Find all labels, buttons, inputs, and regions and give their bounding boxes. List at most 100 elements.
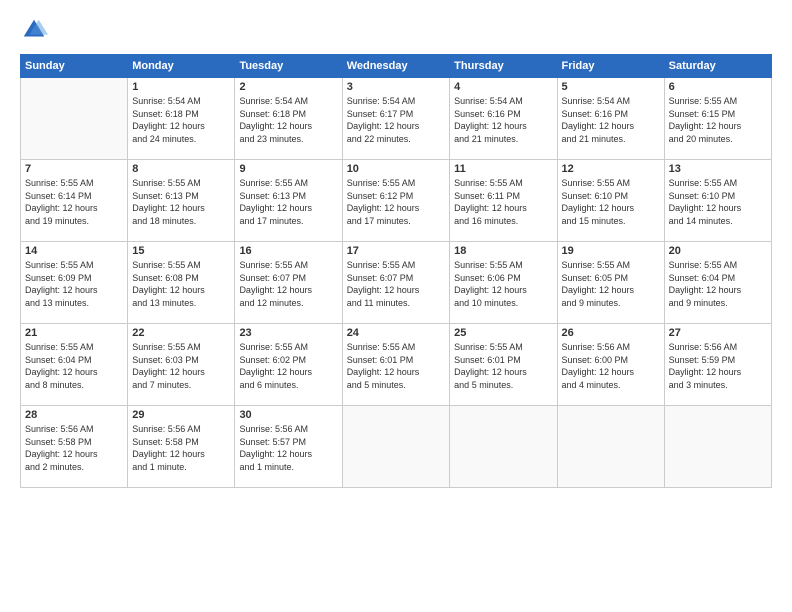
calendar-cell: 25 Sunrise: 5:55 AMSunset: 6:01 PMDayligh…	[450, 324, 557, 406]
calendar-week-row: 28 Sunrise: 5:56 AMSunset: 5:58 PMDayligh…	[21, 406, 772, 488]
calendar-cell: 20 Sunrise: 5:55 AMSunset: 6:04 PMDayligh…	[664, 242, 771, 324]
calendar-cell: 12 Sunrise: 5:55 AMSunset: 6:10 PMDayligh…	[557, 160, 664, 242]
day-info: Sunrise: 5:54 AMSunset: 6:17 PMDaylight:…	[347, 95, 445, 145]
calendar-week-row: 14 Sunrise: 5:55 AMSunset: 6:09 PMDayligh…	[21, 242, 772, 324]
day-number: 28	[25, 409, 123, 421]
calendar-cell: 21Sunrise: 5:55 AMSunset: 6:04 PMDayligh…	[21, 324, 128, 406]
day-number: 10	[347, 163, 445, 175]
day-number: 14	[25, 245, 123, 257]
calendar-cell: 19 Sunrise: 5:55 AMSunset: 6:05 PMDayligh…	[557, 242, 664, 324]
weekday-header-friday: Friday	[557, 55, 664, 78]
weekday-header-sunday: Sunday	[21, 55, 128, 78]
weekday-header-row: SundayMondayTuesdayWednesdayThursdayFrid…	[21, 55, 772, 78]
calendar-week-row: 1 Sunrise: 5:54 AMSunset: 6:18 PMDaylight…	[21, 78, 772, 160]
logo	[20, 16, 52, 44]
weekday-header-tuesday: Tuesday	[235, 55, 342, 78]
calendar-cell: 17Sunrise: 5:55 AMSunset: 6:07 PMDayligh…	[342, 242, 449, 324]
calendar-cell: 8 Sunrise: 5:55 AMSunset: 6:13 PMDaylight…	[128, 160, 235, 242]
day-number: 17	[347, 245, 445, 257]
day-number: 25	[454, 327, 552, 339]
calendar-cell: 28 Sunrise: 5:56 AMSunset: 5:58 PMDayligh…	[21, 406, 128, 488]
calendar-cell: 29 Sunrise: 5:56 AMSunset: 5:58 PMDayligh…	[128, 406, 235, 488]
day-number: 30	[239, 409, 337, 421]
calendar-cell: 7 Sunrise: 5:55 AMSunset: 6:14 PMDaylight…	[21, 160, 128, 242]
calendar-cell: 16 Sunrise: 5:55 AMSunset: 6:07 PMDayligh…	[235, 242, 342, 324]
day-info: Sunrise: 5:55 AMSunset: 6:01 PMDaylight:…	[347, 341, 445, 391]
day-info: Sunrise: 5:55 AMSunset: 6:10 PMDaylight:…	[669, 177, 767, 227]
calendar-cell: 23 Sunrise: 5:55 AMSunset: 6:02 PMDayligh…	[235, 324, 342, 406]
day-info: Sunrise: 5:55 AMSunset: 6:13 PMDaylight:…	[239, 177, 337, 227]
day-info: Sunrise: 5:55 AMSunset: 6:01 PMDaylight:…	[454, 341, 552, 391]
weekday-header-monday: Monday	[128, 55, 235, 78]
day-info: Sunrise: 5:56 AMSunset: 5:59 PMDaylight:…	[669, 341, 767, 391]
day-info: Sunrise: 5:54 AMSunset: 6:18 PMDaylight:…	[239, 95, 337, 145]
day-info: Sunrise: 5:55 AMSunset: 6:14 PMDaylight:…	[25, 177, 123, 227]
weekday-header-saturday: Saturday	[664, 55, 771, 78]
day-number: 21	[25, 327, 123, 339]
day-number: 7	[25, 163, 123, 175]
page: SundayMondayTuesdayWednesdayThursdayFrid…	[0, 0, 792, 612]
calendar-cell: 10 Sunrise: 5:55 AMSunset: 6:12 PMDayligh…	[342, 160, 449, 242]
calendar-cell: 24Sunrise: 5:55 AMSunset: 6:01 PMDayligh…	[342, 324, 449, 406]
calendar-cell: 26 Sunrise: 5:56 AMSunset: 6:00 PMDayligh…	[557, 324, 664, 406]
day-info: Sunrise: 5:55 AMSunset: 6:10 PMDaylight:…	[562, 177, 660, 227]
day-info: Sunrise: 5:56 AMSunset: 6:00 PMDaylight:…	[562, 341, 660, 391]
calendar-cell	[664, 406, 771, 488]
calendar-cell: 30 Sunrise: 5:56 AMSunset: 5:57 PMDayligh…	[235, 406, 342, 488]
calendar-cell	[21, 78, 128, 160]
calendar-cell	[557, 406, 664, 488]
day-number: 1	[132, 81, 230, 93]
calendar-week-row: 21Sunrise: 5:55 AMSunset: 6:04 PMDayligh…	[21, 324, 772, 406]
day-info: Sunrise: 5:55 AMSunset: 6:03 PMDaylight:…	[132, 341, 230, 391]
day-number: 11	[454, 163, 552, 175]
day-info: Sunrise: 5:55 AMSunset: 6:08 PMDaylight:…	[132, 259, 230, 309]
day-info: Sunrise: 5:56 AMSunset: 5:58 PMDaylight:…	[132, 423, 230, 473]
calendar-cell	[342, 406, 449, 488]
day-info: Sunrise: 5:55 AMSunset: 6:13 PMDaylight:…	[132, 177, 230, 227]
day-info: Sunrise: 5:56 AMSunset: 5:58 PMDaylight:…	[25, 423, 123, 473]
day-number: 19	[562, 245, 660, 257]
calendar-week-row: 7 Sunrise: 5:55 AMSunset: 6:14 PMDaylight…	[21, 160, 772, 242]
day-number: 26	[562, 327, 660, 339]
day-number: 22	[132, 327, 230, 339]
day-number: 29	[132, 409, 230, 421]
day-info: Sunrise: 5:55 AMSunset: 6:04 PMDaylight:…	[669, 259, 767, 309]
day-info: Sunrise: 5:55 AMSunset: 6:06 PMDaylight:…	[454, 259, 552, 309]
day-number: 5	[562, 81, 660, 93]
day-info: Sunrise: 5:54 AMSunset: 6:18 PMDaylight:…	[132, 95, 230, 145]
calendar-cell: 13 Sunrise: 5:55 AMSunset: 6:10 PMDayligh…	[664, 160, 771, 242]
day-number: 20	[669, 245, 767, 257]
day-number: 8	[132, 163, 230, 175]
day-number: 13	[669, 163, 767, 175]
day-info: Sunrise: 5:56 AMSunset: 5:57 PMDaylight:…	[239, 423, 337, 473]
day-number: 6	[669, 81, 767, 93]
calendar-cell: 3 Sunrise: 5:54 AMSunset: 6:17 PMDaylight…	[342, 78, 449, 160]
calendar-cell: 22 Sunrise: 5:55 AMSunset: 6:03 PMDayligh…	[128, 324, 235, 406]
calendar-cell: 27Sunrise: 5:56 AMSunset: 5:59 PMDayligh…	[664, 324, 771, 406]
day-number: 12	[562, 163, 660, 175]
day-number: 15	[132, 245, 230, 257]
day-info: Sunrise: 5:55 AMSunset: 6:12 PMDaylight:…	[347, 177, 445, 227]
day-number: 3	[347, 81, 445, 93]
calendar-cell: 9 Sunrise: 5:55 AMSunset: 6:13 PMDaylight…	[235, 160, 342, 242]
day-info: Sunrise: 5:54 AMSunset: 6:16 PMDaylight:…	[454, 95, 552, 145]
calendar-cell: 14 Sunrise: 5:55 AMSunset: 6:09 PMDayligh…	[21, 242, 128, 324]
calendar-cell: 5Sunrise: 5:54 AMSunset: 6:16 PMDaylight…	[557, 78, 664, 160]
calendar-cell: 4Sunrise: 5:54 AMSunset: 6:16 PMDaylight…	[450, 78, 557, 160]
weekday-header-wednesday: Wednesday	[342, 55, 449, 78]
calendar-cell: 15 Sunrise: 5:55 AMSunset: 6:08 PMDayligh…	[128, 242, 235, 324]
day-number: 16	[239, 245, 337, 257]
day-info: Sunrise: 5:55 AMSunset: 6:02 PMDaylight:…	[239, 341, 337, 391]
calendar-cell: 6 Sunrise: 5:55 AMSunset: 6:15 PMDaylight…	[664, 78, 771, 160]
calendar-cell: 1 Sunrise: 5:54 AMSunset: 6:18 PMDaylight…	[128, 78, 235, 160]
day-info: Sunrise: 5:55 AMSunset: 6:09 PMDaylight:…	[25, 259, 123, 309]
day-info: Sunrise: 5:55 AMSunset: 6:07 PMDaylight:…	[239, 259, 337, 309]
weekday-header-thursday: Thursday	[450, 55, 557, 78]
day-info: Sunrise: 5:55 AMSunset: 6:11 PMDaylight:…	[454, 177, 552, 227]
day-info: Sunrise: 5:55 AMSunset: 6:15 PMDaylight:…	[669, 95, 767, 145]
calendar-cell: 18Sunrise: 5:55 AMSunset: 6:06 PMDayligh…	[450, 242, 557, 324]
day-number: 9	[239, 163, 337, 175]
calendar-cell	[450, 406, 557, 488]
day-number: 23	[239, 327, 337, 339]
day-info: Sunrise: 5:55 AMSunset: 6:05 PMDaylight:…	[562, 259, 660, 309]
